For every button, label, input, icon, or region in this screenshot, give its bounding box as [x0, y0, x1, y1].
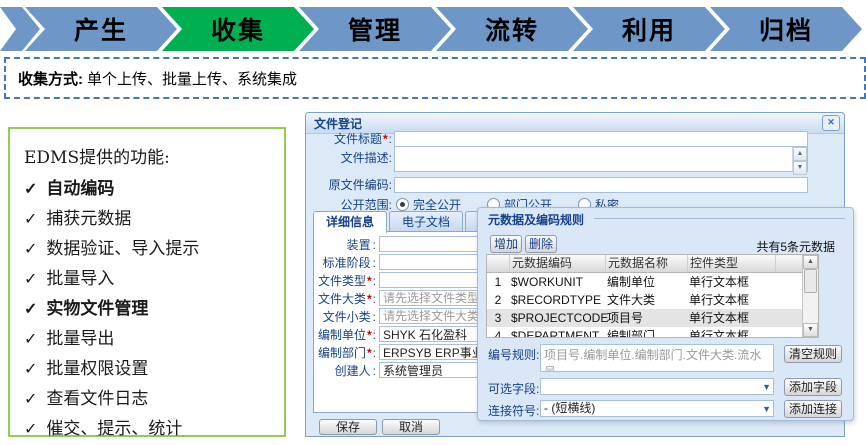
add-connector-button[interactable]: 添加连接 — [784, 400, 842, 418]
add-metadata-button[interactable]: 增加 — [490, 235, 522, 253]
feature-item: ✓自动编码 — [24, 174, 280, 204]
tab-detail-info[interactable]: 详细信息 — [313, 211, 387, 233]
note-text: 单个上传、批量上传、系统集成 — [87, 68, 297, 89]
original-code-label: 原文件编码: — [310, 176, 392, 193]
process-flow: 产生 收集 管理 流转 利用 归档 — [0, 7, 866, 51]
metadata-rules-panel: 元数据及编码规则 增加 删除 共有5条元数据 元数据编码 元数据名称 控件类型 … — [477, 207, 854, 421]
delete-metadata-button[interactable]: 删除 — [525, 235, 557, 253]
scroll-down-icon[interactable]: ▼ — [793, 161, 807, 175]
doc-type-label: 文件类型*: — [314, 272, 376, 289]
metadata-table: 元数据编码 元数据名称 控件类型 1 $WORKUNIT 编制单位 单行文本框 … — [486, 254, 819, 338]
cancel-button[interactable]: 取消 — [382, 419, 440, 435]
flow-step-manage: 管理 — [299, 7, 451, 51]
metadata-row[interactable]: 1 $WORKUNIT 编制单位 单行文本框 — [487, 273, 804, 291]
check-icon: ✓ — [24, 324, 37, 354]
connector-select[interactable]: - (短横线) ▼ — [540, 400, 774, 417]
clear-rule-button[interactable]: 清空规则 — [784, 345, 842, 363]
plant-label: 装置: — [314, 236, 376, 253]
required-mark: * — [383, 132, 388, 146]
check-icon: ✓ — [24, 204, 37, 234]
author-unit-label: 编制单位*: — [314, 326, 376, 343]
scroll-up-icon[interactable]: ▲ — [803, 255, 818, 269]
creator-label: 创建人: — [314, 362, 376, 379]
metadata-row[interactable]: 4 $DEPARTMENT 编制部门 单行文本框 — [487, 327, 804, 338]
features-title: EDMS提供的功能: — [24, 143, 280, 168]
required-mark: * — [367, 328, 372, 342]
doc-subcategory-label: 文件小类: — [314, 308, 376, 325]
feature-item: ✓批量导入 — [24, 264, 280, 294]
check-icon: ✓ — [24, 414, 37, 444]
edms-features-box: EDMS提供的功能: ✓自动编码 ✓捕获元数据 ✓数据验证、导入提示 ✓批量导入… — [8, 127, 286, 437]
connector-label: 连接符号: — [488, 400, 540, 419]
file-title-input[interactable] — [394, 131, 808, 147]
feature-item: ✓实物文件管理 — [24, 294, 280, 324]
add-field-button[interactable]: 添加字段 — [784, 378, 842, 396]
feature-item: ✓批量权限设置 — [24, 354, 280, 384]
radio-selected-icon[interactable] — [396, 198, 409, 211]
metadata-row-selected[interactable]: 3 $PROJECTCODE 项目号 单行文本框 — [487, 309, 804, 327]
file-description-textarea[interactable]: ▲ ▼ — [394, 146, 808, 172]
doc-category-label: 文件大类*: — [314, 290, 376, 307]
author-dept-label: 编制部门*: — [314, 344, 376, 361]
numbering-rule-input[interactable] — [540, 344, 774, 372]
required-mark: * — [367, 346, 372, 360]
check-icon: ✓ — [24, 384, 37, 414]
check-icon: ✓ — [24, 264, 37, 294]
check-icon: ✓ — [24, 234, 37, 264]
scrollbar-thumb[interactable] — [804, 269, 817, 293]
table-scrollbar[interactable]: ▲ ▼ — [802, 255, 818, 337]
standard-phase-label: 标准阶段: — [314, 254, 376, 271]
feature-item: ✓催交、提示、统计 — [24, 414, 280, 444]
check-icon: ✓ — [24, 294, 37, 324]
flow-step-collect: 收集 — [162, 7, 314, 51]
check-icon: ✓ — [24, 174, 37, 204]
collection-method-note: 收集方式: 单个上传、批量上传、系统集成 — [4, 57, 866, 99]
panel-title: 元数据及编码规则 — [488, 211, 584, 228]
flow-step-utilize: 利用 — [573, 7, 725, 51]
slide-canvas: 产生 收集 管理 流转 利用 归档 收集方式: 单个上传、批量上传、系统集成 E… — [0, 0, 866, 445]
note-label: 收集方式: — [18, 68, 83, 89]
metadata-table-header: 元数据编码 元数据名称 控件类型 — [487, 255, 804, 273]
close-icon[interactable]: ✕ — [822, 115, 840, 131]
file-description-label: 文件描述: — [310, 146, 392, 166]
metadata-count: 共有5条元数据 — [756, 238, 835, 255]
tab-electronic-doc[interactable]: 电子文档 — [389, 211, 463, 231]
connector-value: - (短横线) — [544, 401, 595, 415]
chevron-down-icon[interactable]: ▼ — [762, 380, 771, 395]
scroll-up-icon[interactable]: ▲ — [793, 147, 807, 161]
file-title-label: 文件标题*: — [310, 130, 392, 147]
required-mark: * — [367, 274, 372, 288]
panel-title-rule — [594, 218, 845, 219]
numbering-rule-label: 编号规则: — [488, 344, 540, 363]
feature-item: ✓数据验证、导入提示 — [24, 234, 280, 264]
textarea-scrollbar[interactable]: ▲ ▼ — [792, 147, 807, 171]
flow-step-generate: 产生 — [25, 7, 177, 51]
save-button[interactable]: 保存 — [319, 419, 377, 435]
chevron-down-icon[interactable]: ▼ — [762, 402, 771, 417]
flow-step-circulate: 流转 — [436, 7, 588, 51]
optional-field-label: 可选字段: — [488, 378, 540, 397]
feature-item: ✓查看文件日志 — [24, 384, 280, 414]
dialog-title: 文件登记 — [314, 115, 362, 132]
feature-item: ✓捕获元数据 — [24, 204, 280, 234]
scroll-down-icon[interactable]: ▼ — [803, 323, 818, 337]
required-mark: * — [367, 292, 372, 306]
metadata-row[interactable]: 2 $RECORDTYPE 文件大类 单行文本框 — [487, 291, 804, 309]
optional-field-select[interactable]: ▼ — [540, 378, 774, 395]
feature-item: ✓批量导出 — [24, 324, 280, 354]
flow-step-archive: 归档 — [710, 7, 862, 51]
original-code-input[interactable] — [394, 177, 808, 193]
check-icon: ✓ — [24, 354, 37, 384]
